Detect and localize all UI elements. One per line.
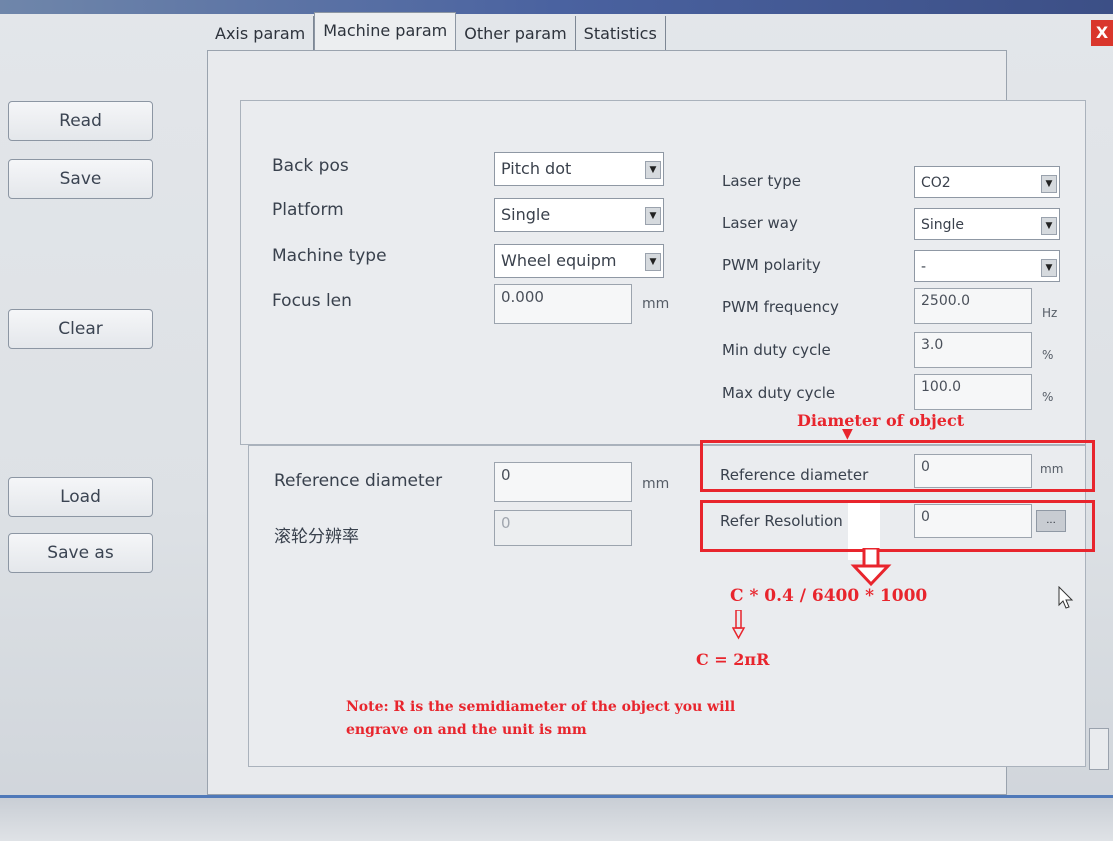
save-as-button[interactable]: Save as (8, 533, 153, 573)
app-window: X Read Save Clear Load Save as Axis para… (0, 0, 1113, 841)
platform-label: Platform (272, 200, 344, 220)
max-duty-unit: % (1042, 390, 1054, 404)
laser-way-select[interactable]: Single ▼ (914, 208, 1060, 240)
platform-select[interactable]: Single ▼ (494, 198, 664, 232)
laser-way-label: Laser way (722, 214, 798, 232)
max-duty-input[interactable]: 100.0 (914, 374, 1032, 410)
load-button[interactable]: Load (8, 477, 153, 517)
tab-other-param[interactable]: Other param (456, 16, 576, 52)
tab-bar: Axis param Machine param Other param Sta… (207, 12, 666, 54)
reference-diameter-label: Reference diameter (274, 471, 443, 491)
min-duty-unit: % (1042, 348, 1054, 362)
chevron-down-icon[interactable]: ▼ (645, 207, 661, 225)
tab-statistics[interactable]: Statistics (576, 16, 666, 52)
roller-settings-group (248, 445, 1086, 767)
pwm-polarity-select[interactable]: - ▼ (914, 250, 1060, 282)
focus-len-label: Focus len (272, 291, 352, 311)
chevron-down-icon[interactable]: ▼ (1041, 259, 1057, 277)
focus-len-unit: mm (642, 296, 670, 312)
platform-value: Single (501, 205, 551, 224)
arrow-down-icon: ▼ (842, 426, 853, 442)
back-pos-select[interactable]: Pitch dot ▼ (494, 152, 664, 186)
save-button[interactable]: Save (8, 159, 153, 199)
clear-button[interactable]: Clear (8, 309, 153, 349)
note-line-1: Note: R is the semidiameter of the objec… (346, 699, 736, 715)
reference-diameter-input[interactable]: 0 (494, 462, 632, 502)
note-line-2: engrave on and the unit is mm (346, 722, 587, 738)
arrow-down-icon (850, 548, 892, 587)
tab-machine-param[interactable]: Machine param (314, 12, 457, 54)
pwm-polarity-label: PWM polarity (722, 256, 821, 274)
back-pos-value: Pitch dot (501, 159, 572, 178)
chevron-down-icon[interactable]: ▼ (1041, 217, 1057, 235)
cursor-icon (1058, 586, 1074, 609)
focus-len-input[interactable]: 0.000 (494, 284, 632, 324)
laser-way-value: Single (921, 217, 965, 233)
max-duty-label: Max duty cycle (722, 384, 836, 402)
machine-type-label: Machine type (272, 246, 387, 266)
close-button[interactable]: X (1091, 20, 1113, 46)
chevron-down-icon[interactable]: ▼ (645, 253, 661, 271)
pwm-frequency-label: PWM frequency (722, 298, 839, 316)
status-bar (0, 795, 1113, 841)
diameter-annotation: Diameter of object (797, 411, 965, 430)
formula-annotation: C * 0.4 / 6400 * 1000 (730, 586, 928, 606)
read-button[interactable]: Read (8, 101, 153, 141)
chevron-down-icon[interactable]: ▼ (1041, 175, 1057, 193)
laser-type-select[interactable]: CO2 ▼ (914, 166, 1060, 198)
side-scroll-button[interactable] (1089, 728, 1109, 770)
back-pos-label: Back pos (272, 156, 349, 176)
reference-diameter-unit: mm (642, 476, 670, 492)
machine-type-value: Wheel equipm (501, 251, 617, 270)
machine-type-select[interactable]: Wheel equipm ▼ (494, 244, 664, 278)
arrow-down-icon (732, 610, 746, 640)
laser-type-label: Laser type (722, 172, 802, 190)
roller-resolution-label: 滚轮分辨率 (274, 527, 359, 547)
diameter-highlight-box (700, 440, 1095, 492)
roller-resolution-input[interactable]: 0 (494, 510, 632, 546)
laser-type-value: CO2 (921, 175, 951, 191)
resolution-highlight-box (700, 500, 1095, 552)
min-duty-label: Min duty cycle (722, 341, 831, 359)
tab-axis-param[interactable]: Axis param (207, 16, 315, 52)
pwm-polarity-value: - (921, 259, 927, 275)
circumference-annotation: C = 2πR (696, 650, 770, 669)
chevron-down-icon[interactable]: ▼ (645, 161, 661, 179)
pwm-frequency-unit: Hz (1042, 306, 1058, 320)
pwm-frequency-input[interactable]: 2500.0 (914, 288, 1032, 324)
min-duty-input[interactable]: 3.0 (914, 332, 1032, 368)
